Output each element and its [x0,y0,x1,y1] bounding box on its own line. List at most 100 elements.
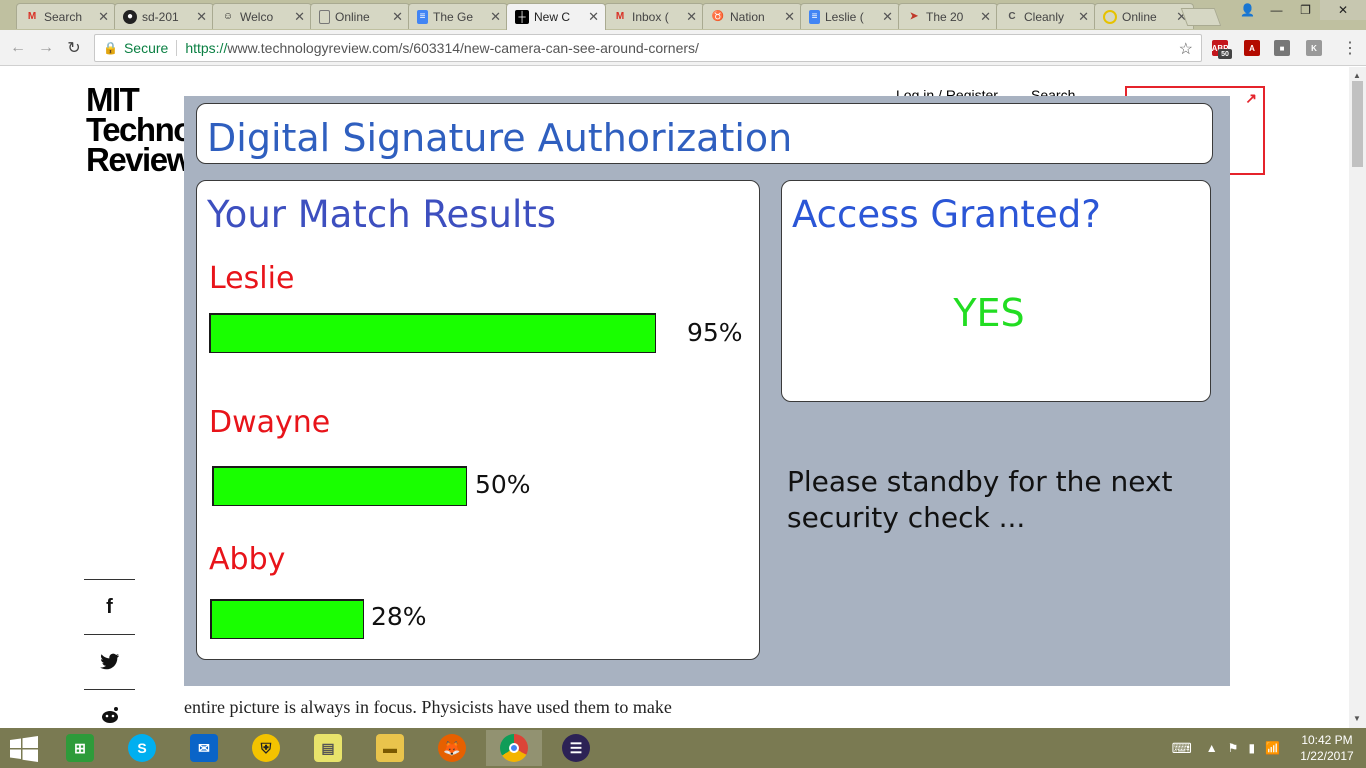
signal-icon[interactable]: 📶 [1265,741,1280,755]
facebook-icon[interactable]: f [84,579,135,634]
close-icon[interactable]: ✕ [588,9,599,25]
match-percent: 28% [371,602,427,631]
access-heading: Access Granted? [792,193,1101,236]
address-bar[interactable]: 🔒 Secure https:// www.technologyreview.c… [94,34,1202,62]
new-tab-button[interactable] [1180,8,1222,26]
tab-new-camera[interactable]: ┼ New C ✕ [506,3,606,30]
c-icon: C [1008,11,1016,22]
tab-leslie[interactable]: ≡ Leslie ( ✕ [800,3,900,29]
url-text: www.technologyreview.com/s/603314/new-ca… [227,40,699,56]
store-icon: ⊞ [66,734,94,762]
taskbar-store[interactable]: ⊞ [52,730,108,766]
match-bar [209,313,679,353]
close-icon[interactable]: ✕ [490,9,501,25]
close-icon[interactable]: ✕ [686,9,697,25]
close-icon[interactable]: ✕ [980,9,991,25]
taskbar-skype[interactable]: S [114,730,170,766]
close-icon[interactable]: ✕ [1078,9,1089,25]
access-granted-panel: Access Granted? YES [781,180,1211,402]
overlay-title: Digital Signature Authorization [207,116,793,160]
taskbar-chrome[interactable] [486,730,542,766]
gmail-icon: M [615,11,625,22]
window-close-icon[interactable]: ✕ [1320,0,1366,20]
bookmark-star-icon[interactable]: ☆ [1179,39,1193,59]
close-icon[interactable]: ✕ [98,9,109,25]
extension-k-icon[interactable]: K [1306,40,1322,56]
url-scheme: https:// [185,40,228,56]
match-name: Dwayne [209,405,331,440]
tab-inbox[interactable]: M Inbox ( ✕ [604,3,704,29]
docs-icon: ≡ [417,9,428,24]
match-bar-fill [209,313,656,353]
tab-label: Search [44,9,83,24]
pdf-icon[interactable]: A [1244,40,1260,56]
scroll-down-icon[interactable]: ▼ [1353,714,1361,723]
tray-expand-icon[interactable]: ▲ [1206,741,1218,755]
tab-cleanly[interactable]: C Cleanly ✕ [996,3,1096,29]
match-bar-fill [212,466,467,506]
firefox-icon: 🦊 [438,734,466,762]
minimize-icon[interactable]: — [1262,0,1291,20]
tab-welcome[interactable]: ☺ Welco ✕ [212,3,312,29]
match-bar [210,599,760,639]
flag-icon[interactable]: ⚑ [1228,741,1239,755]
extension-icon[interactable]: ■ [1274,40,1290,56]
tab-label: Inbox ( [632,9,669,24]
match-bar-fill [210,599,364,639]
tab-label: Leslie ( [825,9,864,24]
clock-time: 10:42 PM [1301,733,1353,747]
title-panel: Digital Signature Authorization [196,103,1213,164]
taskbar-sticky-notes[interactable]: ▤ [300,730,356,766]
taskbar-firefox[interactable]: 🦊 [424,730,480,766]
scroll-thumb[interactable] [1352,81,1363,167]
taskbar-file-explorer[interactable]: ▬ [362,730,418,766]
keyboard-icon[interactable]: ⌨ [1172,740,1192,757]
match-name: Leslie [209,261,295,296]
standby-message: Please standby for the next security che… [787,465,1173,534]
battery-icon[interactable]: ▮ [1248,741,1255,755]
secure-label: Secure [123,40,169,56]
tab-online[interactable]: Online ✕ [310,3,410,29]
tab-label: sd-201 [142,9,179,24]
match-percent: 95% [687,318,743,347]
restore-icon[interactable]: ❐ [1291,0,1320,20]
tab-label: New C [534,10,571,24]
match-results-heading: Your Match Results [207,193,557,236]
tab-the-20[interactable]: ➤ The 20 ✕ [898,3,998,29]
digital-signature-overlay: Digital Signature Authorization Your Mat… [184,96,1230,686]
tab-nation[interactable]: ♉ Nation ✕ [702,3,802,29]
close-icon[interactable]: ✕ [882,9,893,25]
tab-search[interactable]: M Search ✕ [16,3,116,29]
external-arrow-icon: ↗ [1245,90,1257,106]
close-icon[interactable]: ✕ [294,9,305,25]
twitter-icon[interactable] [84,634,135,689]
clock[interactable]: 10:42 PM 1/22/2017 [1292,732,1362,764]
close-icon[interactable]: ✕ [196,9,207,25]
tab-label: Online [335,9,370,24]
back-arrow-icon[interactable]: ← [8,38,28,58]
tab-online-2[interactable]: Online ✕ [1094,3,1194,29]
reload-icon[interactable]: ↻ [64,38,84,58]
tab-the-ge[interactable]: ≡ The Ge ✕ [408,3,508,29]
taskbar-norton[interactable]: ⛨ [238,730,294,766]
mit-technology-review-logo[interactable]: MIT Techno Review [86,83,193,176]
tab-sd-201[interactable]: ● sd-201 ✕ [114,3,214,29]
scroll-up-icon[interactable]: ▲ [1353,71,1361,80]
eclipse-icon: ☰ [562,734,590,762]
clock-date: 1/22/2017 [1300,749,1354,763]
reddit-icon[interactable] [84,689,135,728]
menu-icon[interactable]: ⋮ [1340,38,1360,58]
windows-start-icon[interactable] [10,736,38,762]
profile-icon[interactable]: 👤 [1233,0,1262,20]
close-icon[interactable]: ✕ [392,9,403,25]
forward-arrow-icon[interactable]: → [36,38,56,58]
taskbar-eclipse[interactable]: ☰ [548,730,604,766]
taskbar-mail[interactable]: ✉ [176,730,232,766]
match-results-panel: Your Match Results Leslie 95% Dwayne 50%… [196,180,760,660]
browser-tab-strip: M Search ✕ ● sd-201 ✕ ☺ Welco ✕ Online ✕… [0,0,1366,30]
window-controls: 👤 — ❐ ✕ [1233,0,1366,20]
mit-tr-icon: ┼ [515,10,529,24]
close-icon[interactable]: ✕ [784,9,795,25]
browser-toolbar: ← → ↻ 🔒 Secure https:// www.technologyre… [0,30,1366,66]
page-scrollbar[interactable]: ▲ ▼ [1349,67,1366,728]
